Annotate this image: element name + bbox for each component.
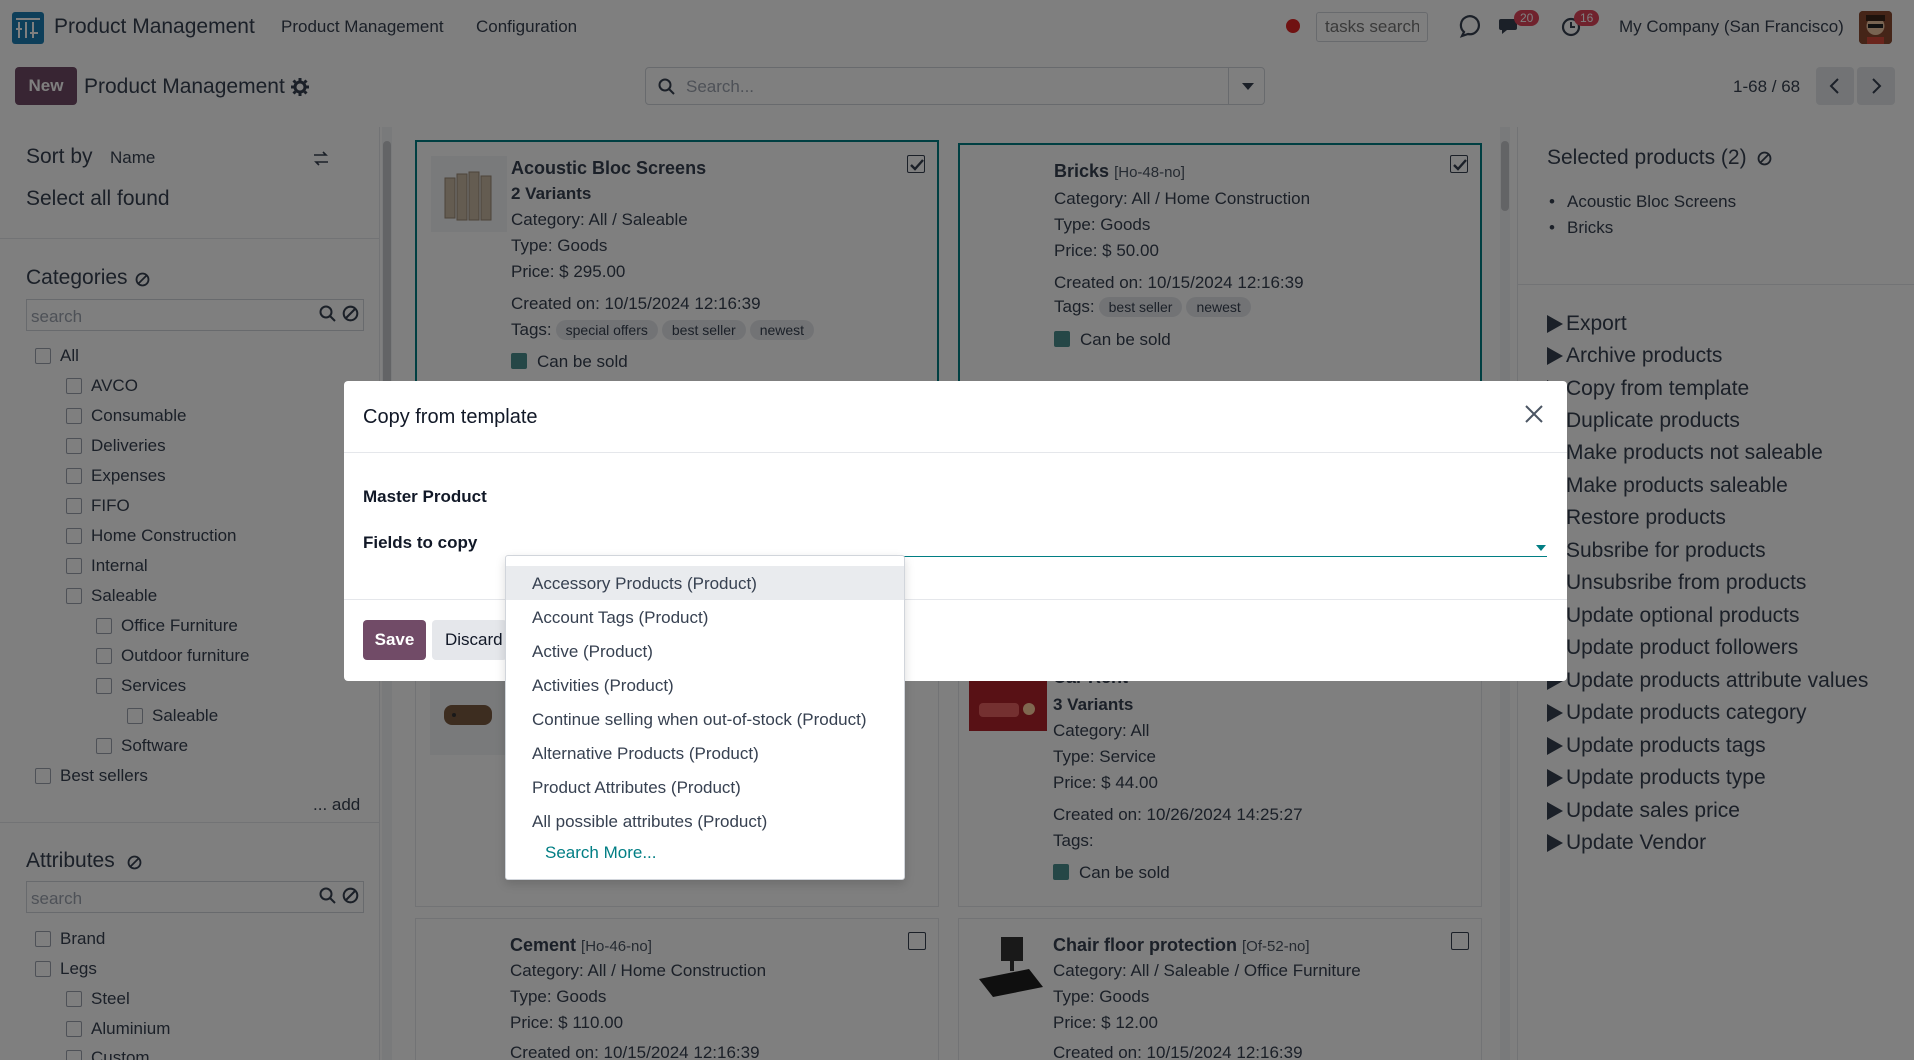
dropdown-option[interactable]: Alternative Products (Product) <box>506 736 904 770</box>
dropdown-option[interactable]: Product Attributes (Product) <box>506 770 904 804</box>
caret-down-icon[interactable] <box>1536 545 1546 551</box>
dropdown-option[interactable]: Active (Product) <box>506 634 904 668</box>
dropdown-option[interactable]: Activities (Product) <box>506 668 904 702</box>
discard-button[interactable]: Discard <box>432 620 507 660</box>
dropdown-option[interactable]: All possible attributes (Product) <box>506 804 904 838</box>
save-button[interactable]: Save <box>363 620 426 660</box>
dropdown-option[interactable]: Account Tags (Product) <box>506 600 904 634</box>
modal-header-divider <box>344 452 1567 453</box>
master-product-label: Master Product <box>363 487 487 506</box>
modal-title: Copy from template <box>363 406 538 428</box>
search-more-link[interactable]: Search More... <box>545 843 657 863</box>
dropdown-option[interactable]: Accessory Products (Product) <box>506 566 904 600</box>
close-icon <box>1525 405 1543 423</box>
dropdown-option[interactable]: Continue selling when out-of-stock (Prod… <box>506 702 904 736</box>
fields-autocomplete-dropdown: Accessory Products (Product) Account Tag… <box>505 555 905 880</box>
fields-to-copy-label: Fields to copy <box>363 533 478 552</box>
close-button[interactable] <box>1519 399 1549 429</box>
